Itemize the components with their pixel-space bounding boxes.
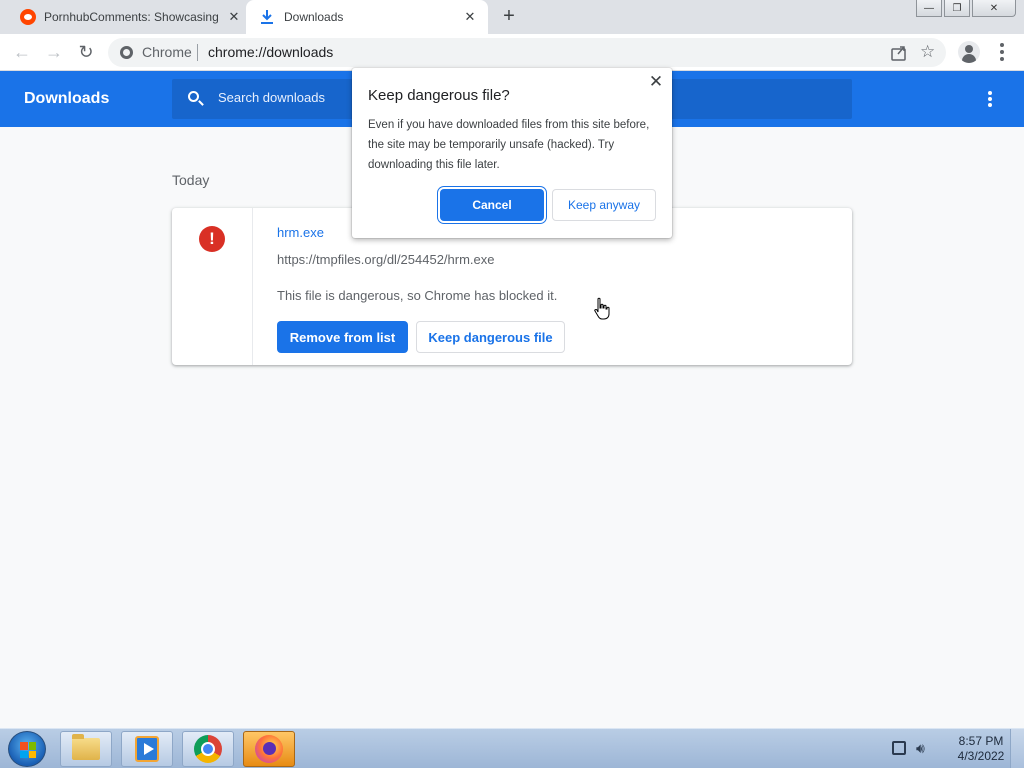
- keep-dangerous-file-button[interactable]: Keep dangerous file: [416, 321, 565, 353]
- tab-title: PornhubComments: Showcasing: [44, 10, 219, 24]
- cancel-button[interactable]: Cancel: [440, 189, 544, 221]
- firefox-icon: [255, 735, 283, 763]
- bookmark-star-icon[interactable]: ☆: [920, 42, 935, 62]
- address-bar[interactable]: Chrome chrome://downloads ☆: [108, 38, 946, 67]
- close-tab-icon[interactable]: ✕: [462, 9, 478, 25]
- download-status-text: This file is dangerous, so Chrome has bl…: [277, 288, 558, 303]
- chrome-icon: [120, 46, 133, 59]
- date-section-header: Today: [172, 172, 210, 188]
- chrome-menu-icon[interactable]: [996, 43, 1008, 61]
- minimize-button[interactable]: —: [916, 0, 942, 17]
- folder-icon: [72, 734, 100, 760]
- tab-strip: PornhubComments: Showcasing ✕ Downloads …: [0, 0, 1024, 34]
- omnibox-url[interactable]: chrome://downloads: [208, 44, 333, 60]
- omnibox-scheme: Chrome: [142, 44, 192, 60]
- clock-date: 4/3/2022: [957, 749, 1005, 763]
- start-button[interactable]: [8, 731, 46, 767]
- media-player-icon: [135, 736, 159, 762]
- dialog-close-icon[interactable]: ✕: [648, 72, 664, 91]
- danger-warning-icon: !: [199, 226, 225, 252]
- clock[interactable]: 8:57 PM 4/3/2022: [946, 734, 1016, 764]
- back-button[interactable]: ←: [12, 42, 32, 62]
- window-controls: — ❐ ✕: [916, 0, 1016, 17]
- reload-button[interactable]: ↻: [76, 42, 96, 62]
- clock-time: 8:57 PM: [958, 734, 1004, 748]
- restore-button[interactable]: ❐: [944, 0, 970, 17]
- close-tab-icon[interactable]: ✕: [226, 9, 242, 25]
- chrome-icon: [194, 735, 222, 763]
- forward-button[interactable]: →: [44, 42, 64, 62]
- tab-pornhubcomments[interactable]: PornhubComments: Showcasing ✕: [8, 0, 246, 34]
- system-tray: 🔊︎ 8:57 PM 4/3/2022: [886, 729, 1024, 768]
- search-icon: [188, 91, 199, 102]
- download-icon-column: !: [172, 208, 253, 365]
- profile-avatar-icon[interactable]: [958, 41, 980, 63]
- new-tab-button[interactable]: +: [498, 6, 520, 28]
- browser-toolbar: ← → ↻ Chrome chrome://downloads ☆: [0, 34, 1024, 71]
- keep-anyway-button[interactable]: Keep anyway: [552, 189, 656, 221]
- network-icon[interactable]: [892, 741, 906, 755]
- taskbar-firefox[interactable]: [243, 731, 295, 767]
- omnibox-divider: [197, 44, 198, 61]
- taskbar-media-player[interactable]: [121, 731, 173, 767]
- volume-icon[interactable]: 🔊︎: [916, 740, 925, 757]
- dialog-body: Even if you have downloaded files from t…: [368, 119, 650, 171]
- download-icon: [261, 10, 273, 24]
- avatar-head: [965, 45, 973, 53]
- window-close-button[interactable]: ✕: [972, 0, 1016, 17]
- taskbar-chrome[interactable]: [182, 731, 234, 767]
- dialog-title: Keep dangerous file?: [368, 87, 510, 104]
- file-source-url[interactable]: https://tmpfiles.org/dl/254452/hrm.exe: [277, 252, 495, 267]
- tab-title: Downloads: [284, 10, 344, 24]
- avatar-body: [962, 54, 976, 63]
- downloads-menu-icon[interactable]: [986, 91, 994, 107]
- hand-cursor-icon: [594, 297, 610, 320]
- show-desktop-button[interactable]: [1010, 729, 1024, 768]
- keep-dangerous-file-dialog: Keep dangerous file? ✕ Even if you have …: [352, 68, 672, 238]
- remove-from-list-button[interactable]: Remove from list: [277, 321, 408, 353]
- windows-logo-icon: [20, 742, 36, 758]
- tab-downloads[interactable]: Downloads ✕: [246, 0, 488, 34]
- windows-taskbar: 🔊︎ 8:57 PM 4/3/2022: [0, 728, 1024, 768]
- reddit-icon: [20, 9, 36, 25]
- share-icon[interactable]: [890, 44, 908, 62]
- file-name: hrm.exe: [277, 225, 324, 240]
- taskbar-file-explorer[interactable]: [60, 731, 112, 767]
- page-title: Downloads: [24, 90, 110, 107]
